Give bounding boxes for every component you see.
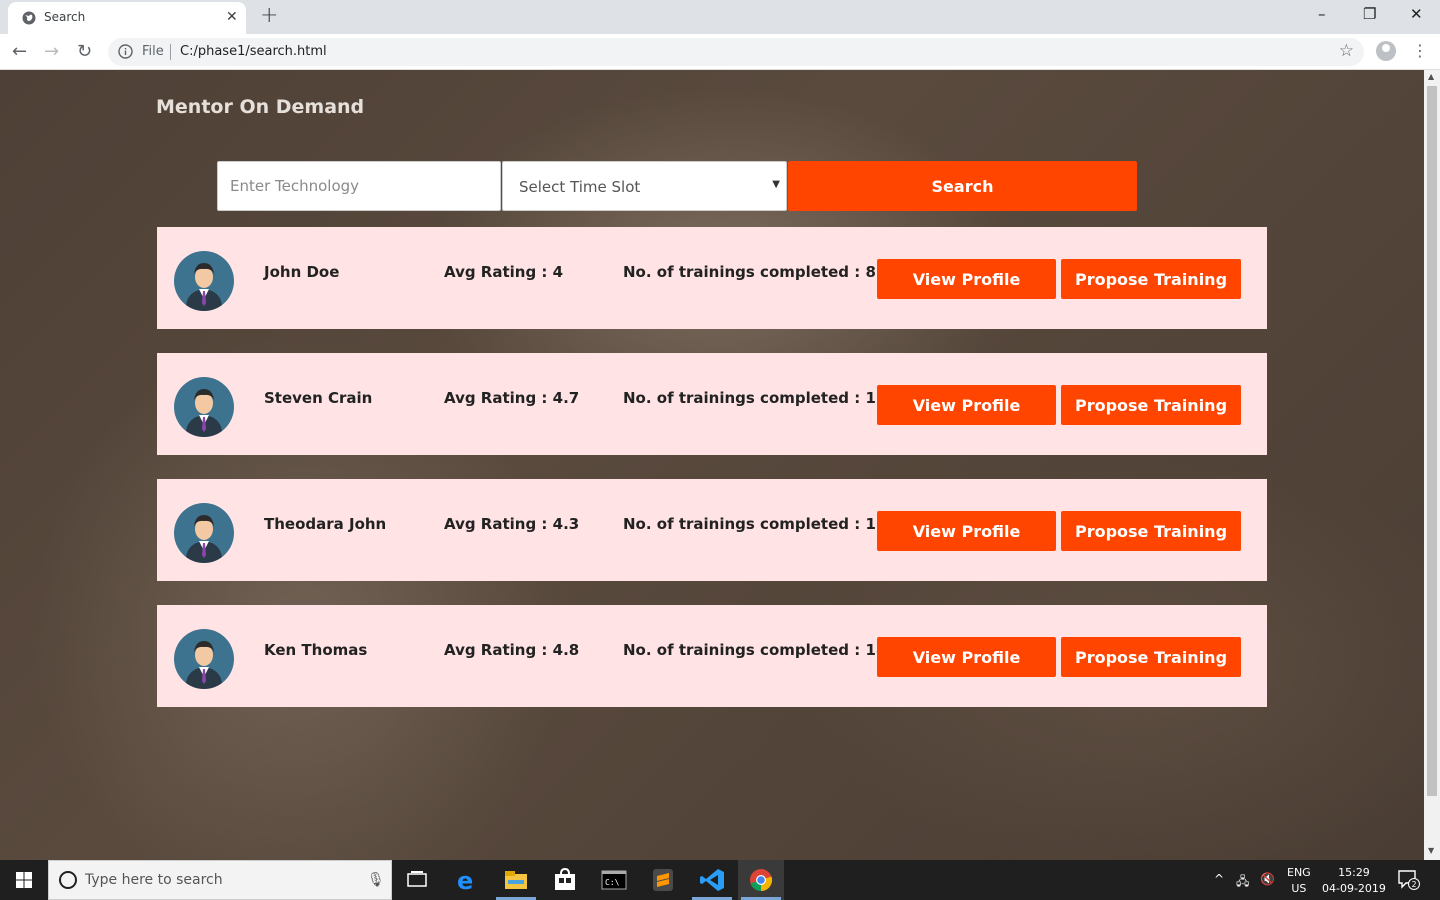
mentor-rating: Avg Rating : 4.8 bbox=[444, 641, 580, 659]
propose-training-button[interactable]: Propose Training bbox=[1061, 385, 1241, 425]
browser-tab[interactable]: Search ✕ bbox=[8, 2, 246, 34]
browser-tab-strip: Search ✕ + – ❐ ✕ bbox=[0, 0, 1440, 34]
mentor-name: John Doe bbox=[264, 263, 340, 281]
mentor-trainings-count: No. of trainings completed : 18 bbox=[623, 641, 887, 659]
profile-avatar-icon[interactable] bbox=[1376, 41, 1396, 61]
store-icon[interactable] bbox=[551, 866, 579, 894]
taskbar-search-box[interactable]: Type here to search 🎙 bbox=[48, 860, 392, 900]
mentor-card: Theodara John Avg Rating : 4.3 No. of tr… bbox=[157, 479, 1267, 581]
technology-input[interactable] bbox=[217, 161, 501, 211]
sublime-text-icon[interactable] bbox=[649, 866, 677, 894]
time-slot-select[interactable]: Select Time Slot ▼ bbox=[502, 161, 787, 211]
command-prompt-icon[interactable]: C:\ bbox=[600, 866, 628, 894]
address-separator bbox=[170, 44, 171, 60]
mentor-name: Steven Crain bbox=[264, 389, 373, 407]
input-language[interactable]: ENG US bbox=[1287, 865, 1311, 897]
mentor-rating: Avg Rating : 4 bbox=[444, 263, 564, 281]
info-icon[interactable] bbox=[118, 44, 133, 59]
clock-date: 04-09-2019 bbox=[1322, 882, 1386, 895]
brand-title: Mentor On Demand bbox=[156, 96, 365, 118]
page-viewport: Mentor On Demand Select Time Slot ▼ Sear… bbox=[0, 70, 1424, 860]
mentor-name: Ken Thomas bbox=[264, 641, 368, 659]
globe-icon bbox=[22, 11, 36, 25]
mentor-rating: Avg Rating : 4.3 bbox=[444, 515, 580, 533]
view-profile-button[interactable]: View Profile bbox=[877, 385, 1056, 425]
mentor-trainings-count: No. of trainings completed : 8 bbox=[623, 263, 876, 281]
mentor-avatar-icon bbox=[174, 377, 234, 437]
windows-start-icon[interactable] bbox=[16, 872, 32, 888]
scroll-up-icon[interactable]: ▲ bbox=[1428, 72, 1434, 81]
mentor-avatar-icon bbox=[174, 251, 234, 311]
region-code: US bbox=[1291, 882, 1307, 895]
window-close-button[interactable]: ✕ bbox=[1410, 5, 1423, 23]
propose-training-button[interactable]: Propose Training bbox=[1061, 637, 1241, 677]
time-slot-value: Select Time Slot bbox=[519, 178, 641, 196]
back-arrow-icon[interactable]: ← bbox=[12, 41, 27, 62]
tab-title: Search bbox=[44, 10, 86, 24]
mentor-name: Theodara John bbox=[264, 515, 387, 533]
address-bar[interactable]: File C:/phase1/search.html ☆ bbox=[108, 38, 1364, 66]
clock-time: 15:29 bbox=[1338, 866, 1370, 879]
vscode-icon[interactable] bbox=[698, 866, 726, 894]
propose-training-button[interactable]: Propose Training bbox=[1061, 511, 1241, 551]
dropdown-arrow-icon: ▼ bbox=[772, 179, 780, 190]
minimize-button[interactable]: – bbox=[1318, 5, 1326, 23]
mentor-trainings-count: No. of trainings completed : 11 bbox=[623, 515, 887, 533]
tab-close-icon[interactable]: ✕ bbox=[226, 9, 238, 25]
scroll-down-icon[interactable]: ▼ bbox=[1428, 846, 1434, 855]
bookmark-star-icon[interactable]: ☆ bbox=[1339, 41, 1354, 61]
mentor-avatar-icon bbox=[174, 503, 234, 563]
notification-count: 2 bbox=[1412, 880, 1417, 889]
language-code: ENG bbox=[1287, 866, 1311, 879]
taskbar-search-placeholder: Type here to search bbox=[85, 872, 223, 888]
task-view-icon[interactable] bbox=[403, 866, 431, 894]
cortana-icon bbox=[59, 871, 77, 889]
reload-icon[interactable]: ↻ bbox=[77, 41, 92, 62]
address-scheme-label: File bbox=[142, 44, 164, 59]
forward-arrow-icon[interactable]: → bbox=[44, 41, 59, 62]
taskbar-clock[interactable]: 15:29 04-09-2019 bbox=[1322, 865, 1386, 897]
browser-menu-icon[interactable]: ⋮ bbox=[1412, 41, 1428, 60]
propose-training-button[interactable]: Propose Training bbox=[1061, 259, 1241, 299]
new-tab-button[interactable]: + bbox=[260, 3, 278, 28]
mentor-rating: Avg Rating : 4.7 bbox=[444, 389, 580, 407]
mentor-card: Ken Thomas Avg Rating : 4.8 No. of train… bbox=[157, 605, 1267, 707]
browser-toolbar: ← → ↻ File C:/phase1/search.html ☆ ⋮ bbox=[0, 34, 1440, 70]
windows-taskbar: Type here to search 🎙 e C:\ ^ 🖧 🔇 ENG US… bbox=[0, 860, 1440, 900]
view-profile-button[interactable]: View Profile bbox=[877, 511, 1056, 551]
file-explorer-icon[interactable] bbox=[502, 866, 530, 894]
view-profile-button[interactable]: View Profile bbox=[877, 259, 1056, 299]
tray-chevron-up-icon[interactable]: ^ bbox=[1214, 872, 1224, 886]
mentor-trainings-count: No. of trainings completed : 15 bbox=[623, 389, 887, 407]
microphone-icon[interactable]: 🎙 bbox=[367, 872, 385, 888]
volume-muted-icon[interactable]: 🔇 bbox=[1260, 872, 1275, 886]
address-url[interactable]: C:/phase1/search.html bbox=[180, 44, 327, 59]
restore-button[interactable]: ❐ bbox=[1363, 5, 1376, 23]
view-profile-button[interactable]: View Profile bbox=[877, 637, 1056, 677]
mentor-card: John Doe Avg Rating : 4 No. of trainings… bbox=[157, 227, 1267, 329]
search-button[interactable]: Search bbox=[788, 161, 1137, 211]
page-scrollbar[interactable]: ▲ ▼ bbox=[1424, 70, 1440, 860]
edge-browser-icon[interactable]: e bbox=[453, 866, 481, 894]
svg-text:e: e bbox=[457, 867, 473, 894]
network-icon[interactable]: 🖧 bbox=[1236, 872, 1249, 893]
mentor-avatar-icon bbox=[174, 629, 234, 689]
chrome-browser-icon[interactable] bbox=[747, 866, 775, 894]
scrollbar-thumb[interactable] bbox=[1427, 86, 1437, 796]
mentor-card: Steven Crain Avg Rating : 4.7 No. of tra… bbox=[157, 353, 1267, 455]
svg-text:C:\: C:\ bbox=[605, 878, 620, 887]
action-center-icon[interactable]: 2 bbox=[1398, 870, 1420, 890]
